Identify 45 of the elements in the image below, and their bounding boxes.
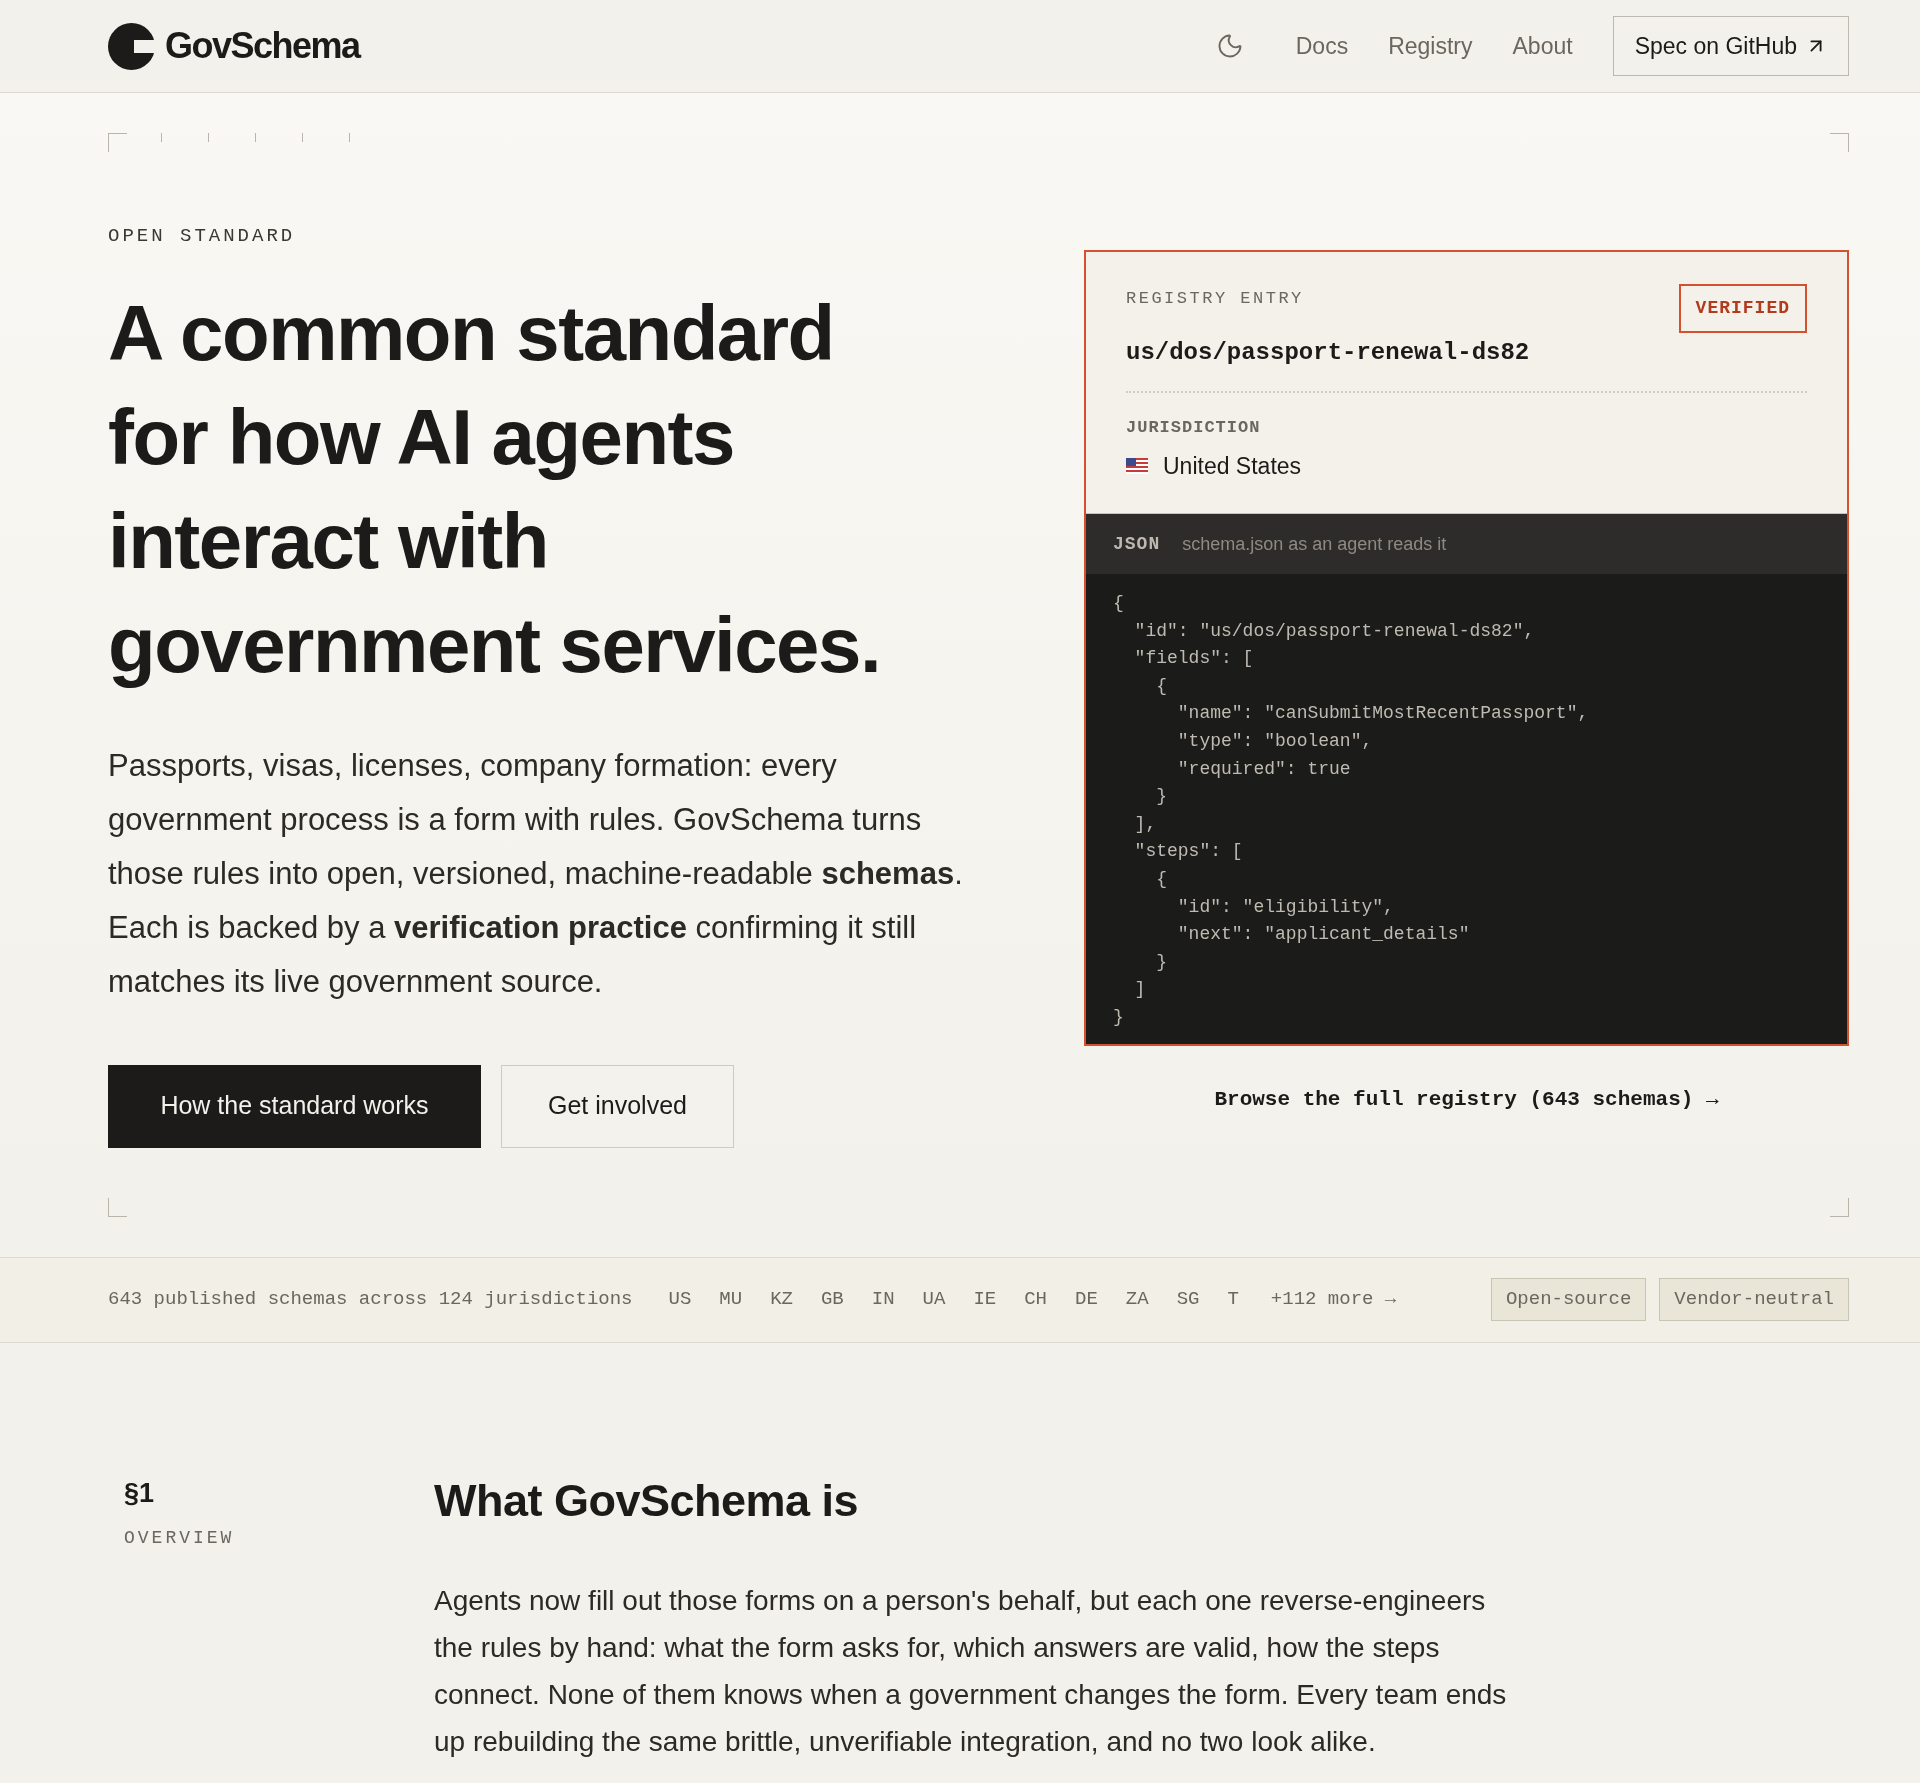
corner-mark xyxy=(108,133,127,152)
more-jurisdictions-link[interactable]: +112 more → xyxy=(1270,1285,1397,1314)
corner-mark xyxy=(108,1197,127,1217)
jurisdiction-code: T xyxy=(1227,1287,1239,1313)
corner-mark xyxy=(1830,1197,1849,1217)
hero-description: Passports, visas, licenses, company formation: every government process is a form with rules. GovSchema turns those rules into open, versioned, machine-readable schemas. Each is backed by a verification practice confirming it still matches its live government source. xyxy=(108,746,964,1001)
card-label: REGISTRY ENTRY xyxy=(1126,288,1304,310)
secondary-button[interactable]: Get involved xyxy=(501,1064,734,1148)
jurisdiction-code: GB xyxy=(820,1287,844,1313)
nav-link[interactable]: Registry xyxy=(1388,28,1473,64)
jurisdiction-code: ZA xyxy=(1125,1287,1149,1313)
jurisdiction-code: UA xyxy=(922,1287,946,1313)
github-button[interactable]: Spec on GitHub xyxy=(1612,16,1849,76)
browse-registry-link[interactable]: Browse the full registry (643 schemas) → xyxy=(1214,1083,1719,1115)
primary-button[interactable]: How the standard works xyxy=(108,1064,481,1148)
nav-link[interactable]: Docs xyxy=(1295,28,1349,64)
code-block: { "id": "us/dos/passport-renewal-ds82", "fields": [ { "name": "canSubmitMostRecentPassport", "type": "boolean", "required": true } ], "steps": [ { "id": "eligibility", "next": "applicant_details" } ] } xyxy=(1086,574,1847,1044)
jurisdiction-code: SG xyxy=(1176,1287,1200,1313)
logo-wordmark: GovSchema xyxy=(165,24,360,68)
code-language-label: JSON xyxy=(1113,532,1161,556)
jurisdiction-name: United States xyxy=(1163,451,1302,481)
section-heading: What GovSchema is xyxy=(434,1473,860,1528)
flag-icon xyxy=(1126,457,1148,474)
jurisdiction-code: KZ xyxy=(770,1287,793,1313)
jurisdiction-code: MU xyxy=(719,1287,743,1313)
jurisdiction-code: IE xyxy=(973,1287,997,1313)
schema-path: us/dos/passport-renewal-ds82 xyxy=(1126,338,1531,368)
tag: Open-source xyxy=(1490,1278,1647,1321)
jurisdiction-code: DE xyxy=(1075,1287,1098,1313)
schema-count-summary: 643 published schemas across 124 jurisdictions xyxy=(108,1287,633,1313)
eyebrow-label: OPEN STANDARD xyxy=(108,224,297,249)
section-paragraph: Agents now fill out those forms on a person's behalf, but each one reverse-engineers the rules by hand: what the form asks for, which answers are valid, how the steps connect. None of them knows when a government changes the form. Every team ends up rebuilding the same brittle, unverifiable integration, and no two look alike. xyxy=(434,1583,1508,1759)
jurisdiction-code: CH xyxy=(1024,1287,1047,1313)
section-number: §1 xyxy=(124,1476,156,1510)
hero-heading: A common standard for how AI agents interact with government services. xyxy=(108,287,882,691)
jurisdiction-code: IN xyxy=(871,1287,895,1313)
code-caption: schema.json as an agent reads it xyxy=(1182,532,1447,556)
jurisdiction-label: JURISDICTION xyxy=(1126,417,1262,439)
jurisdiction-code: US xyxy=(668,1287,692,1313)
logo-icon xyxy=(108,22,155,70)
verified-status: VERIFIED xyxy=(1678,284,1807,333)
tag: Vendor-neutral xyxy=(1659,1278,1849,1321)
corner-mark xyxy=(1830,133,1849,152)
section-label: OVERVIEW xyxy=(124,1527,236,1550)
nav-link[interactable]: About xyxy=(1512,28,1573,64)
